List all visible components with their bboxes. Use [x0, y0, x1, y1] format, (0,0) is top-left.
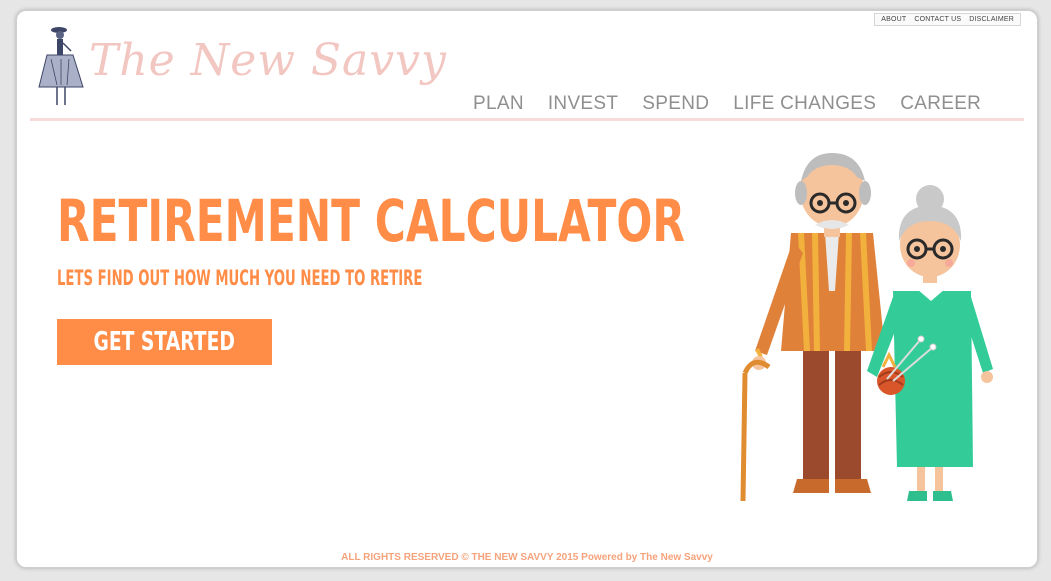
get-started-label: GET STARTED	[93, 327, 236, 357]
get-started-button[interactable]: GET STARTED	[57, 319, 272, 365]
page-frame: ABOUT CONTACT US DISCLAIMER The New Savv…	[16, 10, 1038, 568]
woman-figure-icon	[38, 27, 84, 105]
nav-plan[interactable]: PLAN	[473, 93, 524, 115]
nav-invest[interactable]: INVEST	[548, 93, 618, 115]
footer-text: ALL RIGHTS RESERVED © THE NEW SAVVY 2015…	[341, 552, 713, 563]
nav-spend[interactable]: SPEND	[642, 93, 709, 115]
hero-subtitle: LETS FIND OUT HOW MUCH YOU NEED TO RETIR…	[57, 266, 423, 290]
top-link-contact[interactable]: CONTACT US	[914, 16, 961, 23]
nav-career[interactable]: CAREER	[900, 93, 981, 115]
nav-life-changes[interactable]: LIFE CHANGES	[733, 93, 876, 115]
main-nav: PLAN INVEST SPEND LIFE CHANGES CAREER	[473, 93, 981, 115]
top-links: ABOUT CONTACT US DISCLAIMER	[874, 13, 1021, 26]
hero-title: RETIREMENT CALCULATOR	[57, 187, 686, 255]
top-link-about[interactable]: ABOUT	[881, 16, 906, 23]
header-divider	[30, 118, 1024, 121]
top-link-disclaimer[interactable]: DISCLAIMER	[969, 16, 1014, 23]
site-logo[interactable]: The New Savvy	[89, 35, 447, 86]
elderly-couple-illustration-icon	[740, 153, 993, 502]
